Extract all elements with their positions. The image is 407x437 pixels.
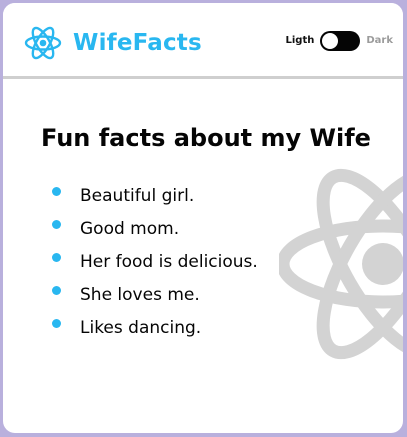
page-title: Fun facts about my Wife <box>41 124 371 152</box>
react-atom-icon <box>24 26 62 60</box>
fact-text: Likes dancing. <box>80 317 202 338</box>
list-item: Good mom. <box>52 212 258 245</box>
brand-name: WifeFacts <box>73 29 202 56</box>
list-item: Likes dancing. <box>52 311 258 344</box>
app-window: WifeFacts Ligth Dark Fun facts about my … <box>3 3 403 433</box>
fact-text: Beautiful girl. <box>80 185 195 206</box>
list-item: Her food is delicious. <box>52 245 258 278</box>
dark-mode-label: Dark <box>366 35 393 46</box>
theme-toggle[interactable]: Ligth Dark <box>285 31 393 51</box>
brand[interactable]: WifeFacts <box>23 23 202 63</box>
react-atom-icon <box>279 168 403 360</box>
light-mode-label: Ligth <box>285 35 315 46</box>
fact-text: She loves me. <box>80 284 200 305</box>
bullet-icon <box>52 286 61 295</box>
list-item: She loves me. <box>52 278 258 311</box>
list-item: Beautiful girl. <box>52 179 258 212</box>
fact-text: Her food is delicious. <box>80 251 258 272</box>
app-header: WifeFacts Ligth Dark <box>3 3 403 79</box>
bullet-icon <box>52 220 61 229</box>
fact-text: Good mom. <box>80 218 180 239</box>
theme-switch[interactable] <box>320 31 361 51</box>
bullet-icon <box>52 187 61 196</box>
switch-knob <box>322 33 339 49</box>
bullet-icon <box>52 253 61 262</box>
fun-facts-list: Beautiful girl. Good mom. Her food is de… <box>52 179 258 344</box>
bullet-icon <box>52 319 61 328</box>
main-content: Fun facts about my Wife Beautiful girl. … <box>3 82 403 433</box>
